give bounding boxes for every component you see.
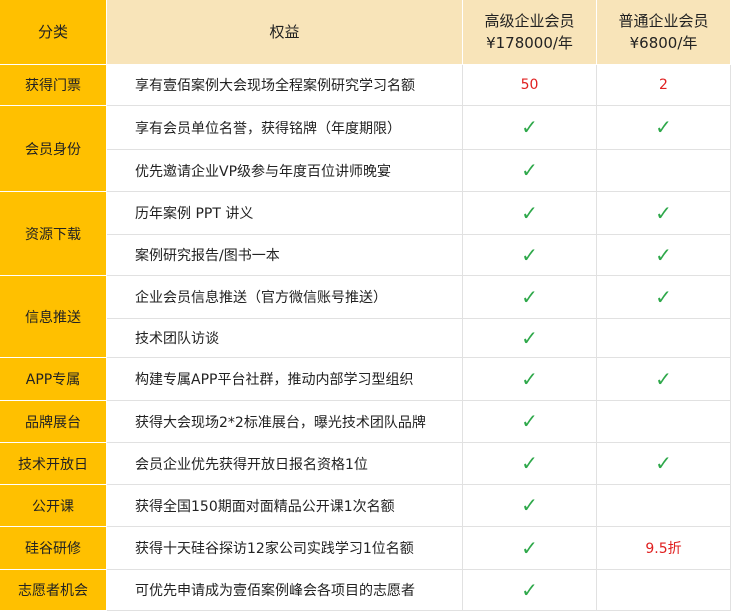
check-icon: ✓ [521,409,538,433]
header-benefit: 权益 [107,0,463,65]
category-cell: 资源下载 [0,192,107,276]
header-premium: 高级企业会员 ¥178000/年 [463,0,597,65]
category-cell: 会员身份 [0,106,107,192]
benefit-cell: 获得十天硅谷探访12家公司实践学习1位名额 [107,527,463,570]
table-row: 硅谷研修 获得十天硅谷探访12家公司实践学习1位名额 ✓ 9.5折 [0,527,731,570]
check-icon: ✓ [521,325,538,350]
table-row: 技术团队访谈 ✓ [0,319,731,358]
check-icon: ✓ [521,493,538,517]
header-premium-price: ¥178000/年 [486,34,573,52]
check-icon: ✓ [521,242,538,267]
check-icon: ✓ [521,115,538,139]
check-icon: ✓ [521,577,538,602]
standard-cell-empty [597,485,731,527]
check-icon: ✓ [655,284,672,309]
check-icon: ✓ [521,284,538,309]
benefit-cell: 技术团队访谈 [107,319,463,358]
premium-cell: ✓ [463,192,597,235]
standard-cell: ✓ [597,276,731,319]
check-icon: ✓ [655,200,672,225]
check-icon: ✓ [521,451,538,475]
premium-cell: ✓ [463,150,597,192]
premium-cell: ✓ [463,106,597,150]
membership-benefits-table: 分类 权益 高级企业会员 ¥178000/年 普通企业会员 ¥6800/年 获得… [0,0,731,611]
standard-cell: 2 [597,65,731,106]
table-header-row: 分类 权益 高级企业会员 ¥178000/年 普通企业会员 ¥6800/年 [0,0,731,65]
benefit-cell: 享有壹佰案例大会现场全程案例研究学习名额 [107,65,463,106]
standard-cell-empty [597,401,731,443]
check-icon: ✓ [521,535,538,560]
check-icon: ✓ [655,115,672,139]
header-standard-price: ¥6800/年 [629,34,698,52]
category-cell: 信息推送 [0,276,107,358]
benefit-cell: 获得大会现场2*2标准展台，曝光技术团队品牌 [107,401,463,443]
table-row: 获得门票 享有壹佰案例大会现场全程案例研究学习名额 50 2 [0,65,731,106]
premium-value: 50 [520,77,539,93]
category-cell: 硅谷研修 [0,527,107,570]
premium-cell: ✓ [463,401,597,443]
standard-value: 2 [659,77,668,93]
category-cell: 获得门票 [0,65,107,106]
standard-cell-empty [597,319,731,358]
benefit-cell: 构建专属APP平台社群，推动内部学习型组织 [107,358,463,401]
table-row: 品牌展台 获得大会现场2*2标准展台，曝光技术团队品牌 ✓ [0,401,731,443]
table-row: 公开课 获得全国150期面对面精品公开课1次名额 ✓ [0,485,731,527]
benefit-cell: 历年案例 PPT 讲义 [107,192,463,235]
category-cell: 技术开放日 [0,443,107,485]
benefit-cell: 优先邀请企业VP级参与年度百位讲师晚宴 [107,150,463,192]
premium-cell: ✓ [463,235,597,276]
check-icon: ✓ [655,242,672,267]
category-cell: 志愿者机会 [0,570,107,611]
standard-cell: ✓ [597,192,731,235]
table-row: 会员身份 享有会员单位名誉，获得铭牌（年度期限） ✓ ✓ [0,106,731,192]
check-icon: ✓ [655,366,672,391]
category-cell: APP专属 [0,358,107,401]
category-cell: 公开课 [0,485,107,527]
premium-cell: ✓ [463,527,597,570]
table-body: 获得门票 享有壹佰案例大会现场全程案例研究学习名额 50 2 会员身份 享有会员单位名誉，… [0,65,731,611]
header-standard: 普通企业会员 ¥6800/年 [597,0,731,65]
standard-cell: ✓ [597,235,731,276]
benefit-cell: 案例研究报告/图书一本 [107,235,463,276]
standard-cell-empty [597,570,731,611]
table-row: 技术开放日 会员企业优先获得开放日报名资格1位 ✓ ✓ [0,443,731,485]
header-category: 分类 [0,0,107,65]
standard-cell: ✓ [597,443,731,485]
standard-value: 9.5折 [645,541,682,557]
standard-cell: ✓ [597,106,731,150]
premium-cell: ✓ [463,358,597,401]
category-cell: 品牌展台 [0,401,107,443]
header-premium-name: 高级企业会员 [484,12,575,30]
table-row: 优先邀请企业VP级参与年度百位讲师晚宴 ✓ [0,150,731,192]
benefit-cell: 获得全国150期面对面精品公开课1次名额 [107,485,463,527]
standard-cell: 9.5折 [597,527,731,570]
check-icon: ✓ [521,158,538,182]
check-icon: ✓ [521,200,538,225]
premium-cell: ✓ [463,485,597,527]
standard-cell-empty [597,150,731,192]
premium-cell: ✓ [463,443,597,485]
standard-cell: ✓ [597,358,731,401]
premium-cell: ✓ [463,570,597,611]
check-icon: ✓ [521,366,538,391]
table-row: 资源下载 历年案例 PPT 讲义 ✓ ✓ [0,192,731,276]
benefit-cell: 享有会员单位名誉，获得铭牌（年度期限） [107,106,463,150]
premium-cell: 50 [463,65,597,106]
check-icon: ✓ [655,451,672,475]
premium-cell: ✓ [463,319,597,358]
benefit-cell: 可优先申请成为壹佰案例峰会各项目的志愿者 [107,570,463,611]
table-row: 信息推送 企业会员信息推送（官方微信账号推送） ✓ ✓ [0,276,731,358]
benefit-cell: 企业会员信息推送（官方微信账号推送） [107,276,463,319]
table-row: APP专属 构建专属APP平台社群，推动内部学习型组织 ✓ ✓ [0,358,731,401]
header-standard-name: 普通企业会员 [618,12,709,30]
benefit-cell: 会员企业优先获得开放日报名资格1位 [107,443,463,485]
table-row: 志愿者机会 可优先申请成为壹佰案例峰会各项目的志愿者 ✓ [0,570,731,611]
table-row: 案例研究报告/图书一本 ✓ ✓ [0,235,731,276]
premium-cell: ✓ [463,276,597,319]
